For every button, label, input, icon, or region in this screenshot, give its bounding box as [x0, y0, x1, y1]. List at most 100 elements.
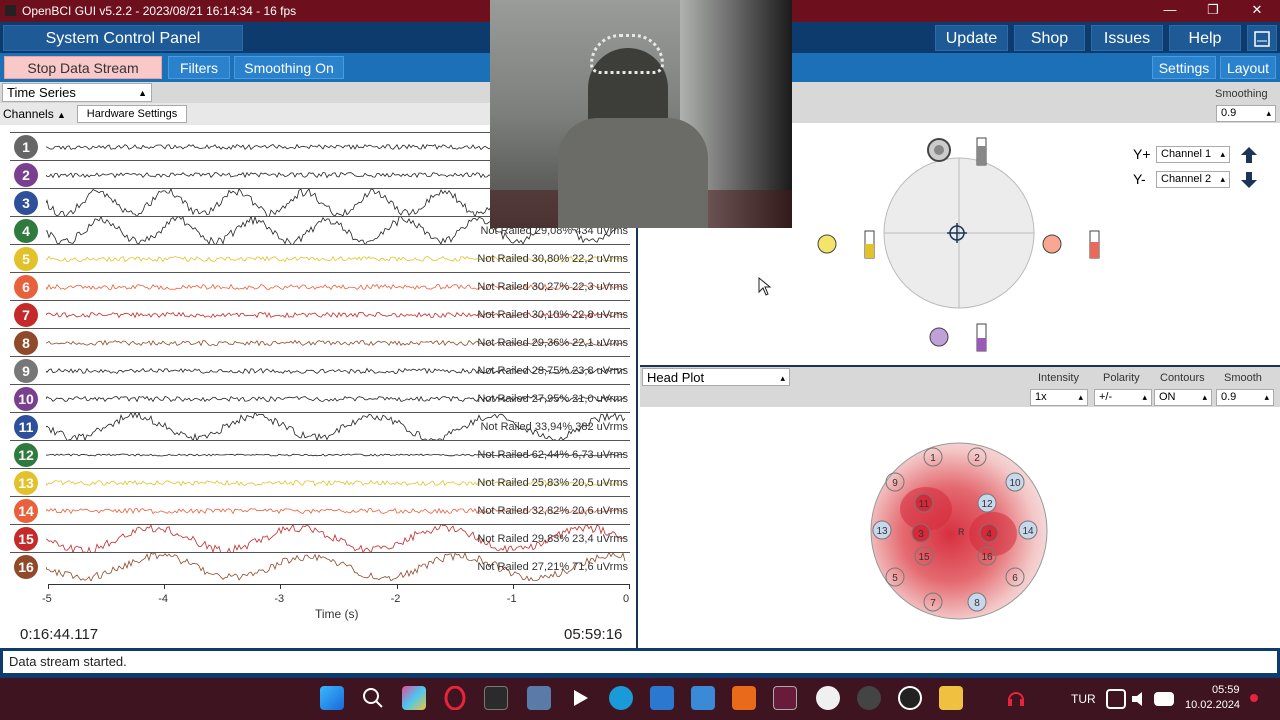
vscode-icon[interactable] [650, 686, 674, 710]
electrode-label: 5 [892, 573, 898, 584]
smooth-label: Smooth [1224, 372, 1262, 384]
terminal-icon[interactable] [484, 686, 508, 710]
y-plus-channel-select[interactable]: Channel 1 ▴ [1156, 146, 1230, 163]
channel-row: 10 Not Railed 27,95% 21,0 uVrms [10, 384, 630, 412]
opera-icon[interactable] [443, 685, 467, 711]
issues-button[interactable]: Issues [1091, 25, 1163, 51]
chevron-down-icon: ▴ [1202, 392, 1207, 402]
remaining-time: 05:59:16 [564, 626, 623, 643]
shop-button[interactable]: Shop [1014, 25, 1085, 51]
app-icon-11[interactable] [732, 686, 756, 710]
channel-status-text: Not Railed 30,10% 22,8 uVrms [477, 309, 628, 321]
hardware-settings-button[interactable]: Hardware Settings [77, 105, 187, 123]
system-control-panel-button[interactable]: System Control Panel [3, 25, 243, 51]
app-icon-12[interactable] [773, 686, 797, 710]
channel-toggle-button[interactable]: 10 [14, 387, 38, 411]
chevron-down-icon: ▴ [1078, 392, 1083, 402]
play-app-icon[interactable] [568, 686, 592, 710]
channel-toggle-button[interactable]: 6 [14, 275, 38, 299]
channel-toggle-button[interactable]: 11 [14, 415, 38, 439]
app-icon-6[interactable] [527, 686, 551, 710]
bottom-level-fill [977, 338, 986, 351]
smoothing-select-value: 0.9 [1221, 107, 1237, 119]
polarity-value: +/- [1099, 391, 1113, 403]
time-axis-label: Time (s) [315, 607, 359, 621]
contours-value: ON [1159, 391, 1176, 403]
minimize-icon[interactable]: — [1158, 2, 1182, 17]
headplot-widget-select[interactable]: Head Plot ▴ [642, 368, 790, 386]
widget-select[interactable]: Time Series ▲ [2, 83, 152, 102]
head-orientation-diagram [817, 137, 1100, 352]
smooth-select[interactable]: 0.9 ▴ [1216, 389, 1274, 406]
smoothing-button[interactable]: Smoothing On [234, 56, 344, 79]
search-icon[interactable] [361, 686, 385, 710]
headset-icon[interactable] [1006, 686, 1026, 710]
console-icon[interactable] [1247, 25, 1277, 51]
chevron-down-icon: ▴ [1220, 174, 1225, 184]
arrow-down-icon[interactable] [1240, 171, 1258, 189]
webcam-eeg-cap [590, 34, 664, 74]
restore-icon[interactable]: ❐ [1201, 2, 1225, 18]
network-icon[interactable] [1106, 689, 1126, 709]
clock-date[interactable]: 10.02.2024 [1185, 699, 1240, 711]
layout-button[interactable]: Layout [1220, 56, 1276, 79]
update-button[interactable]: Update [935, 25, 1008, 51]
chrome-icon[interactable] [857, 686, 881, 710]
channel-toggle-button[interactable]: 3 [14, 191, 38, 215]
file-explorer-icon[interactable] [939, 686, 963, 710]
channel-toggle-button[interactable]: 13 [14, 471, 38, 495]
smoothing-select[interactable]: 0.9 ▴ [1216, 105, 1276, 122]
settings-button[interactable]: Settings [1152, 56, 1216, 79]
y-minus-channel-select[interactable]: Channel 2 ▴ [1156, 171, 1230, 188]
close-icon[interactable]: ✕ [1245, 2, 1269, 18]
top-level-fill [977, 146, 986, 165]
app-icon-13[interactable] [816, 686, 840, 710]
chevron-down-icon: ▴ [1220, 149, 1225, 159]
electrode-label: 16 [981, 552, 993, 563]
openbci-icon[interactable] [609, 686, 633, 710]
notification-dot-icon[interactable] [1250, 694, 1258, 702]
channel-toggle-button[interactable]: 14 [14, 499, 38, 523]
channel-toggle-button[interactable]: 12 [14, 443, 38, 467]
headplot-widget-label: Head Plot [647, 370, 705, 385]
polarity-select[interactable]: +/- ▴ [1094, 389, 1152, 406]
windows-taskbar: TUR 05:59 10.02.2024 [0, 678, 1280, 720]
channel-toggle-button[interactable]: 16 [14, 555, 38, 579]
volume-icon[interactable] [1130, 689, 1150, 709]
filters-button[interactable]: Filters [168, 56, 230, 79]
clock-time[interactable]: 05:59 [1212, 684, 1240, 696]
electrode-label: 7 [930, 598, 936, 609]
intensity-select[interactable]: 1x ▴ [1030, 389, 1088, 406]
channel-toggle-button[interactable]: 2 [14, 163, 38, 187]
smooth-value: 0.9 [1221, 391, 1237, 403]
copilot-icon[interactable] [402, 686, 426, 710]
arrow-up-icon[interactable] [1240, 146, 1258, 164]
channels-toggle[interactable]: Channels ▲ [3, 107, 66, 121]
time-axis-tick-label: -2 [390, 593, 401, 605]
channel-toggle-button[interactable]: 7 [14, 303, 38, 327]
reference-label: R [958, 527, 965, 537]
intensity-label: Intensity [1038, 372, 1079, 384]
channel-toggle-button[interactable]: 1 [14, 135, 38, 159]
windows-start-icon[interactable] [320, 686, 344, 710]
channel-toggle-button[interactable]: 15 [14, 527, 38, 551]
battery-icon[interactable] [1154, 692, 1174, 706]
language-indicator[interactable]: TUR [1071, 692, 1096, 706]
smoothing-label: Smoothing [1215, 88, 1268, 100]
help-button[interactable]: Help [1169, 25, 1241, 51]
chevron-down-icon: ▴ [1142, 392, 1147, 402]
channel-toggle-button[interactable]: 9 [14, 359, 38, 383]
chevron-down-icon: ▴ [1266, 108, 1271, 118]
channels-label: Channels [3, 107, 54, 121]
channel-toggle-button[interactable]: 5 [14, 247, 38, 271]
stop-data-stream-button[interactable]: Stop Data Stream [4, 56, 162, 79]
media-player-icon[interactable] [898, 686, 922, 710]
electrode-label: 3 [918, 529, 924, 540]
contours-select[interactable]: ON ▴ [1154, 389, 1212, 406]
app-icon-10[interactable] [691, 686, 715, 710]
channel-toggle-button[interactable]: 8 [14, 331, 38, 355]
electrode-label: 12 [981, 499, 993, 510]
channel-status-text: Not Railed 33,94% 382 uVrms [480, 421, 628, 433]
time-axis-tick [164, 584, 166, 589]
channel-toggle-button[interactable]: 4 [14, 219, 38, 243]
